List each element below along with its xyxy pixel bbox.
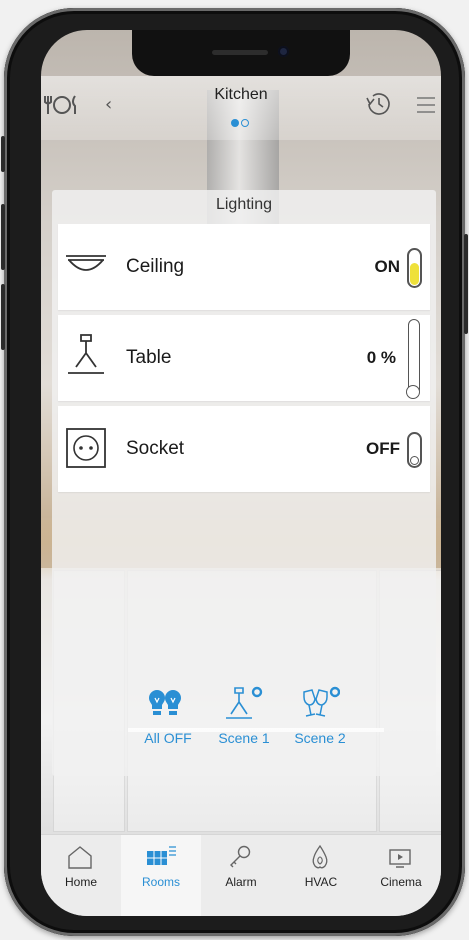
socket-icon bbox=[66, 428, 106, 468]
scene-1[interactable]: Scene 1 bbox=[204, 684, 284, 746]
row-label: Ceiling bbox=[126, 256, 185, 277]
flame-icon bbox=[312, 844, 328, 869]
row-state: 0 % bbox=[366, 348, 396, 367]
row-state: OFF bbox=[366, 439, 400, 458]
front-camera bbox=[278, 46, 289, 57]
page-dot[interactable] bbox=[241, 119, 249, 127]
row-state: ON bbox=[374, 257, 401, 276]
ceiling-toggle[interactable] bbox=[407, 248, 422, 288]
notch bbox=[132, 30, 350, 76]
scene-label: Scene 2 bbox=[294, 730, 346, 746]
rooms-icon bbox=[147, 846, 176, 865]
scene-label: Scene 1 bbox=[218, 730, 270, 746]
volume-down-button bbox=[1, 284, 5, 350]
scene-label: All OFF bbox=[144, 730, 192, 746]
tab-bar: Home Rooms Alarm HVAC Cinema bbox=[41, 834, 441, 916]
toggle-knob bbox=[410, 456, 419, 465]
volume-up-button bbox=[1, 204, 5, 270]
table-dimmer-slider[interactable] bbox=[406, 319, 420, 399]
room-header: ‹ Kitchen bbox=[41, 76, 441, 140]
toggle-knob bbox=[410, 263, 419, 285]
tab-rooms[interactable]: Rooms bbox=[121, 835, 201, 916]
tab-cinema[interactable]: Cinema bbox=[361, 835, 441, 916]
scene-2[interactable]: Scene 2 bbox=[280, 684, 360, 746]
scenes-bar: All OFF Scene 1 Scene 2 bbox=[52, 684, 436, 774]
cheers-settings-icon bbox=[303, 686, 340, 717]
lighting-panel: Lighting Ceiling ON Table 0 % Socket OFF… bbox=[52, 190, 436, 776]
history-icon[interactable] bbox=[363, 88, 395, 120]
scene-all-off[interactable]: All OFF bbox=[128, 684, 208, 746]
tab-label: Rooms bbox=[141, 875, 180, 889]
table-lamp-icon bbox=[68, 334, 104, 374]
tab-home[interactable]: Home bbox=[41, 835, 121, 916]
power-button bbox=[464, 234, 468, 334]
tab-alarm[interactable]: Alarm bbox=[201, 835, 281, 916]
socket-toggle[interactable] bbox=[407, 432, 422, 468]
page-dot-active[interactable] bbox=[231, 119, 239, 127]
socket-row[interactable]: Socket OFF bbox=[58, 406, 430, 492]
page-indicator[interactable] bbox=[230, 112, 250, 131]
speaker bbox=[212, 50, 268, 55]
ceiling-light-icon bbox=[66, 255, 106, 271]
phone-frame: ‹ Kitchen Lighting Ceiling ON Table 0 % … bbox=[1, 8, 468, 936]
row-label: Table bbox=[126, 347, 172, 368]
key-icon bbox=[230, 845, 251, 868]
dimmer-bulb bbox=[406, 385, 420, 399]
bulbs-off-icon bbox=[149, 690, 181, 715]
tab-label: Home bbox=[64, 875, 97, 889]
row-label: Socket bbox=[126, 438, 185, 459]
section-label: Lighting bbox=[215, 196, 273, 213]
menu-icon[interactable] bbox=[415, 94, 437, 116]
tab-hvac[interactable]: HVAC bbox=[281, 835, 361, 916]
mute-switch bbox=[1, 136, 5, 172]
lamp-settings-icon bbox=[226, 686, 263, 719]
light-row-ceiling[interactable]: Ceiling ON bbox=[58, 224, 430, 310]
tab-label: HVAC bbox=[304, 875, 338, 889]
tab-label: Alarm bbox=[225, 875, 257, 889]
light-row-table[interactable]: Table 0 % bbox=[58, 315, 430, 401]
tv-icon bbox=[389, 849, 411, 868]
screen: ‹ Kitchen Lighting Ceiling ON Table 0 % … bbox=[41, 30, 441, 916]
home-icon bbox=[68, 846, 92, 869]
tab-label: Cinema bbox=[380, 875, 422, 889]
